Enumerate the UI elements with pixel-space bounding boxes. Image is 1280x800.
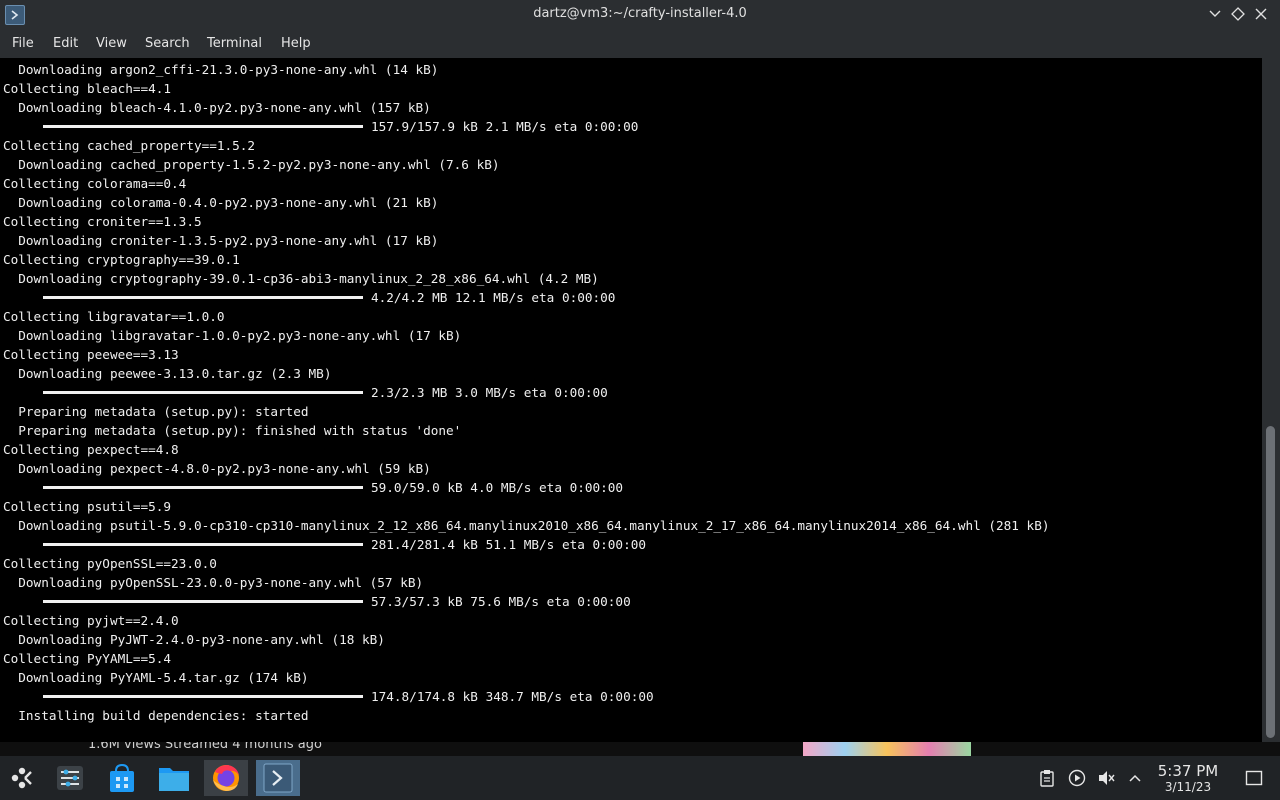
progress-bar xyxy=(43,695,363,698)
terminal-output[interactable]: Downloading argon2_cffi-21.3.0-py3-none-… xyxy=(0,58,1262,742)
menu-terminal[interactable]: Terminal xyxy=(207,36,262,51)
progress-status: 57.3/57.3 kB 75.6 MB/s eta 0:00:00 xyxy=(371,594,631,609)
terminal-line: Downloading psutil-5.9.0-cp310-cp310-man… xyxy=(3,518,1050,533)
discover-store-icon[interactable] xyxy=(100,760,144,796)
progress-bar xyxy=(43,543,363,546)
scrollbar-thumb[interactable] xyxy=(1266,426,1275,738)
terminal-line: Preparing metadata (setup.py): finished … xyxy=(3,423,462,438)
terminal-line: Collecting peewee==3.13 xyxy=(3,347,179,362)
progress-bar xyxy=(43,600,363,603)
progress-status: 4.2/4.2 MB 12.1 MB/s eta 0:00:00 xyxy=(371,290,616,305)
volume-muted-icon[interactable] xyxy=(1097,769,1115,787)
background-thumbnail xyxy=(803,742,971,756)
progress-status: 157.9/157.9 kB 2.1 MB/s eta 0:00:00 xyxy=(371,119,639,134)
menu-bar: File Edit View Search Terminal Help xyxy=(0,30,1280,58)
terminal-line: Collecting libgravatar==1.0.0 xyxy=(3,309,225,324)
firefox-icon[interactable] xyxy=(204,760,248,796)
settings-icon[interactable] xyxy=(48,760,92,796)
terminal-line: Downloading peewee-3.13.0.tar.gz (2.3 MB… xyxy=(3,366,332,381)
menu-help[interactable]: Help xyxy=(281,36,311,51)
menu-search[interactable]: Search xyxy=(145,36,190,51)
terminal-line: Installing build dependencies: started xyxy=(3,708,309,723)
terminal-line: Collecting psutil==5.9 xyxy=(3,499,172,514)
terminal-line: Downloading bleach-4.1.0-py2.py3-none-an… xyxy=(3,100,431,115)
progress-status: 174.8/174.8 kB 348.7 MB/s eta 0:00:00 xyxy=(371,689,654,704)
window-titlebar: dartz@vm3:~/crafty-installer-4.0 xyxy=(0,0,1280,30)
progress-bar xyxy=(43,125,363,128)
terminal-line: Collecting cryptography==39.0.1 xyxy=(3,252,240,267)
terminal-line: Downloading pyOpenSSL-23.0.0-py3-none-an… xyxy=(3,575,424,590)
terminal-icon[interactable] xyxy=(256,760,300,796)
terminal-line: Collecting colorama==0.4 xyxy=(3,176,187,191)
terminal-line: Preparing metadata (setup.py): started xyxy=(3,404,309,419)
menu-view[interactable]: View xyxy=(96,36,127,51)
maximize-icon[interactable] xyxy=(1229,5,1247,23)
terminal-line: Downloading argon2_cffi-21.3.0-py3-none-… xyxy=(3,62,439,77)
terminal-line: Collecting pyjwt==2.4.0 xyxy=(3,613,179,628)
progress-status: 2.3/2.3 MB 3.0 MB/s eta 0:00:00 xyxy=(371,385,608,400)
terminal-scrollbar[interactable] xyxy=(1262,58,1280,742)
progress-status: 59.0/59.0 kB 4.0 MB/s eta 0:00:00 xyxy=(371,480,624,495)
file-manager-icon[interactable] xyxy=(152,760,196,796)
background-video-meta: 1.6M views Streamed 4 months ago xyxy=(88,742,322,752)
terminal-line: Downloading pexpect-4.8.0-py2.py3-none-a… xyxy=(3,461,431,476)
terminal-line: Downloading croniter-1.3.5-py2.py3-none-… xyxy=(3,233,439,248)
chevron-up-icon[interactable] xyxy=(1126,769,1144,787)
close-icon[interactable] xyxy=(1252,5,1270,23)
window-title: dartz@vm3:~/crafty-installer-4.0 xyxy=(533,6,747,21)
terminal-line: Collecting croniter==1.3.5 xyxy=(3,214,202,229)
clipboard-icon[interactable] xyxy=(1038,769,1056,787)
minimize-icon[interactable] xyxy=(1206,5,1224,23)
terminal-line: Collecting pyOpenSSL==23.0.0 xyxy=(3,556,217,571)
menu-file[interactable]: File xyxy=(12,36,34,51)
terminal-line: Downloading PyYAML-5.4.tar.gz (174 kB) xyxy=(3,670,309,685)
terminal-line: Downloading PyJWT-2.4.0-py3-none-any.whl… xyxy=(3,632,385,647)
terminal-line: Downloading libgravatar-1.0.0-py2.py3-no… xyxy=(3,328,462,343)
show-desktop-icon[interactable] xyxy=(1245,769,1263,787)
terminal-line: Collecting bleach==4.1 xyxy=(3,81,172,96)
terminal-line: Downloading colorama-0.4.0-py2.py3-none-… xyxy=(3,195,439,210)
progress-status: 281.4/281.4 kB 51.1 MB/s eta 0:00:00 xyxy=(371,537,646,552)
progress-bar xyxy=(43,391,363,394)
clock-date[interactable]: 3/11/23 xyxy=(1156,780,1220,794)
progress-bar xyxy=(43,486,363,489)
menu-edit[interactable]: Edit xyxy=(53,36,78,51)
background-window: 1.6M views Streamed 4 months ago xyxy=(0,742,1280,756)
launcher-icon[interactable] xyxy=(0,760,44,796)
terminal-line: Downloading cached_property-1.5.2-py2.py… xyxy=(3,157,500,172)
terminal-line: Collecting cached_property==1.5.2 xyxy=(3,138,256,153)
taskbar: 5:37 PM 3/11/23 xyxy=(0,756,1280,800)
clock-time[interactable]: 5:37 PM xyxy=(1156,762,1220,780)
terminal-line: Collecting pexpect==4.8 xyxy=(3,442,179,457)
terminal-line: Downloading cryptography-39.0.1-cp36-abi… xyxy=(3,271,599,286)
media-player-icon[interactable] xyxy=(1068,769,1086,787)
progress-bar xyxy=(43,296,363,299)
terminal-line: Collecting PyYAML==5.4 xyxy=(3,651,172,666)
